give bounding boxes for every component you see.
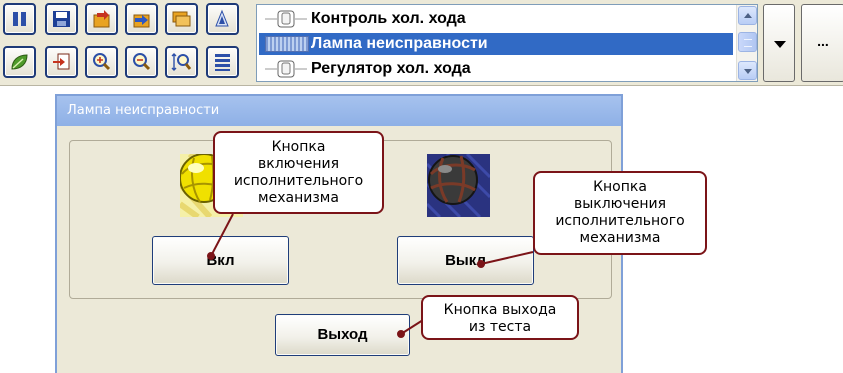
import-icon — [93, 10, 110, 28]
list-item-label: Регулятор хол. хода — [311, 60, 471, 77]
pause-icon — [13, 12, 26, 26]
dialog-title: Лампа неисправности — [57, 96, 621, 126]
list-item[interactable]: Регулятор хол. хода — [259, 58, 733, 80]
move-button[interactable] — [45, 46, 78, 78]
on-button[interactable]: Вкл — [152, 236, 289, 285]
callout-off-button: Кнопка выключения исполнительного механи… — [533, 171, 707, 255]
exit-button[interactable]: Выход — [275, 314, 410, 356]
pause-button[interactable] — [3, 3, 36, 35]
leaf-button[interactable] — [3, 46, 36, 78]
list-button[interactable] — [206, 46, 239, 78]
zoom-out-button[interactable] — [125, 46, 158, 78]
lamp-off-icon — [265, 60, 307, 78]
folders-button[interactable] — [165, 3, 198, 35]
leaf-icon — [11, 54, 28, 70]
export-icon — [133, 14, 150, 28]
callout-on-button: Кнопка включения исполнительного механиз… — [213, 131, 384, 214]
list-item-label: Лампа неисправности — [311, 35, 488, 52]
dropdown-button[interactable] — [763, 4, 795, 82]
tree-icon — [215, 9, 229, 27]
lamp-pattern-icon — [265, 36, 309, 52]
zoom-in-button[interactable] — [85, 46, 118, 78]
save-icon — [53, 11, 70, 27]
callout-exit-button: Кнопка выхода из теста — [421, 295, 579, 340]
lamp-off-icon — [265, 10, 307, 28]
scroll-thumb[interactable] — [738, 32, 757, 52]
tree-button[interactable] — [206, 3, 239, 35]
off-button[interactable]: Выкл — [397, 236, 534, 285]
lamp-off-icon — [427, 154, 490, 217]
export-button[interactable] — [125, 3, 158, 35]
scroll-down-button[interactable] — [738, 61, 757, 80]
save-button[interactable] — [45, 3, 78, 35]
zoom-out-icon — [133, 53, 151, 71]
list-item-selected[interactable]: Лампа неисправности — [259, 33, 733, 55]
list-icon — [215, 54, 230, 71]
scroll-up-button[interactable] — [738, 6, 757, 25]
move-icon — [53, 53, 70, 70]
zoom-height-button[interactable] — [165, 46, 198, 78]
more-button[interactable]: ... — [801, 4, 843, 82]
signal-list[interactable]: Контроль хол. хода Лампа неисправности Р… — [256, 4, 758, 82]
toolbar: Контроль хол. хода Лампа неисправности Р… — [0, 0, 843, 86]
folders-icon — [172, 11, 191, 27]
zoom-in-icon — [93, 53, 111, 71]
list-item[interactable]: Контроль хол. хода — [259, 8, 733, 30]
zoom-height-icon — [171, 53, 192, 71]
import-button[interactable] — [85, 3, 118, 35]
vertical-scrollbar[interactable] — [736, 5, 757, 81]
lamp-off-indicator — [427, 154, 490, 217]
list-item-label: Контроль хол. хода — [311, 10, 466, 27]
